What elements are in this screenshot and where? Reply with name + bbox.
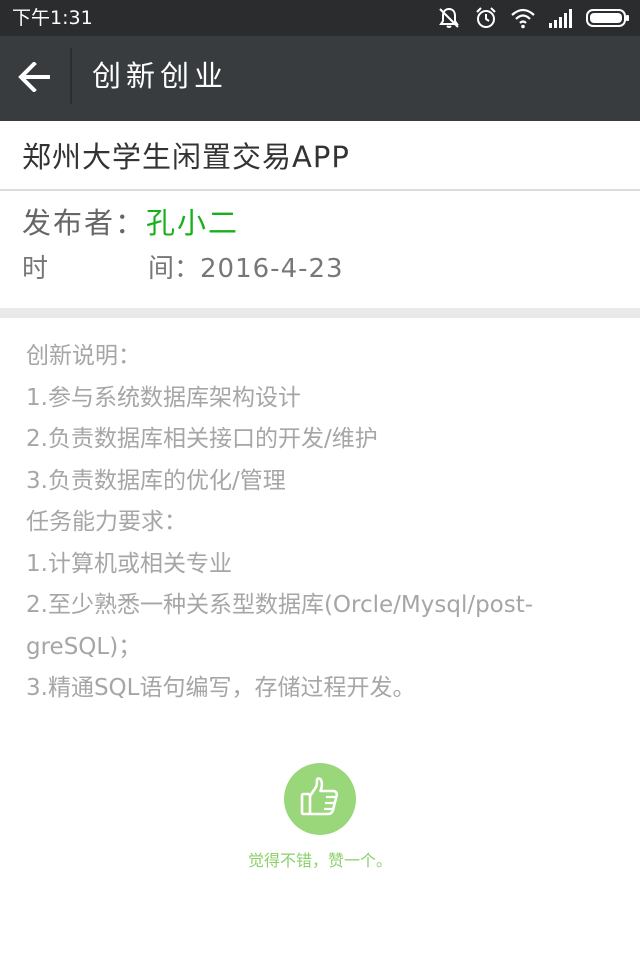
title-divider [70,48,72,104]
description-line: 2.至少熟悉一种关系型数据库(Orcle/Mysql/post- [26,592,534,618]
title-bar: 创新创业 [0,36,640,121]
divider [0,189,640,191]
time-row: 时 间：2016-4-23 [22,249,344,289]
signal-icon [548,7,574,29]
thumbs-up-icon [298,775,342,823]
wifi-icon [510,7,536,29]
time-label-part-1: 时 [22,254,49,284]
description-line: 任务能力要求： [26,509,187,535]
battery-icon [586,7,630,29]
status-bar: 下午1:31 [0,0,640,36]
back-arrow-icon [18,60,52,96]
description-line: 创新说明： [26,343,141,369]
like-caption: 觉得不错，赞一个。 [247,851,392,870]
like-button[interactable] [284,763,356,835]
description-line: 2.负责数据库相关接口的开发/维护 [26,426,378,452]
back-button[interactable] [0,36,70,121]
post-title: 郑州大学生闲置交易APP [22,140,350,174]
description-line: 3.精通SQL语句编写，存储过程开发。 [26,675,416,701]
publisher-row: 发布者：孔小二 [22,203,239,243]
notifications-off-icon [436,6,462,30]
screen: 下午1:31 创新创业 郑州大学生闲置交易APP 发布者：孔小二 时 间：201… [0,0,640,960]
publisher-label: 发布者： [22,206,147,240]
page-title: 创新创业 [92,59,229,93]
description: 创新说明： 1.参与系统数据库架构设计 2.负责数据库相关接口的开发/维护 3.… [26,336,626,710]
section-separator [0,308,640,318]
description-line: 1.参与系统数据库架构设计 [26,384,301,411]
status-icons [436,6,630,30]
status-time: 下午1:31 [12,7,93,29]
time-label-part-2: 间： [148,254,201,284]
description-line: 1.计算机或相关专业 [26,550,232,577]
publisher-name: 孔小二 [146,206,240,240]
description-line: 3.负责数据库的优化/管理 [26,467,286,494]
description-line: greSQL)； [26,633,142,660]
alarm-icon [474,6,498,30]
time-value: 2016-4-23 [200,254,344,284]
